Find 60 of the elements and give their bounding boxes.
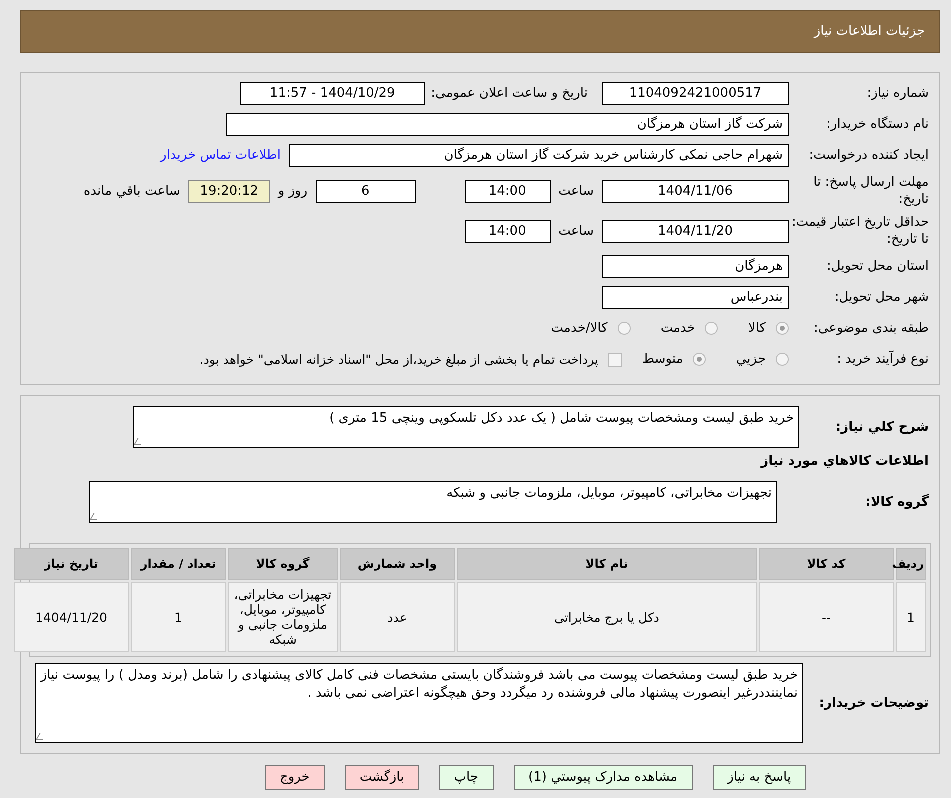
field-label: توضیحات خریدار: [818, 696, 930, 710]
column-header: کد کالا [759, 548, 894, 580]
buyer-field: شرکت گاز استان هرمزگان [226, 113, 789, 136]
field-label: استان محل تحویل: [826, 259, 930, 274]
field-label: شرح کلي نیاز: [834, 420, 930, 434]
need-number-field: 1104092421000517 [602, 82, 789, 105]
process-radio[interactable]: متوسط [642, 352, 706, 367]
payment-checkbox[interactable] [608, 352, 622, 366]
time-label: ساعت [558, 184, 594, 198]
field-label: شهر محل تحویل: [834, 290, 930, 305]
description-textarea[interactable]: خرید طبق لیست ومشخصات پیوست شامل ( یک عدد دکل تلسکوپی وینچی 15 متری ) [133, 406, 799, 448]
field-label: تاریخ و ساعت اعلان عمومی: [431, 86, 588, 101]
column-header: واحد شمارش [340, 548, 455, 580]
province-field: هرمزگان [602, 255, 789, 278]
section-title: اطلاعات کالاهاي مورد نیاز [760, 454, 930, 469]
column-header: گروه کالا [228, 548, 338, 580]
process-radio[interactable]: جزیي [736, 352, 789, 367]
field-label: شماره نیاز: [866, 86, 930, 101]
field-label: مهلت ارسال پاسخ: تا تاریخ: [812, 174, 930, 208]
table-cell: دکل یا برج مخابراتی [457, 582, 757, 652]
page-title: جزئیات اطلاعات نیاز [814, 24, 925, 39]
date-field: 1404/11/06 [602, 180, 789, 202]
action-button[interactable]: خروج [264, 765, 325, 790]
field-label: حداقل تاریخ اعتبار قیمت: تا تاریخ: [790, 214, 930, 248]
goods-group-textarea[interactable]: تجهیزات مخابراتی، کامپیوتر، موبایل، ملزومات جانبی و شبکه [89, 481, 777, 523]
table-cell: تجهیزات مخابراتی، کامپیوتر، موبایل، ملزومات جانبی و شبکه [228, 582, 338, 652]
column-header: نام کالا [457, 548, 757, 580]
category-radio[interactable]: کالا [748, 321, 789, 336]
days-label: روز و [278, 184, 308, 198]
remaining-time-field: 19:20:12 [188, 180, 270, 202]
action-button[interactable]: پاسخ به نیاز [712, 765, 806, 790]
field-label: گروه کالا: [864, 494, 930, 510]
category-radio[interactable]: خدمت [660, 321, 718, 336]
table-cell: 1 [896, 582, 926, 652]
days-field: 6 [316, 180, 416, 202]
column-header: تاریخ نیاز [14, 548, 129, 580]
time-label: ساعت [558, 224, 594, 238]
action-button[interactable]: چاپ [439, 765, 494, 790]
contact-link[interactable]: اطلاعات تماس خریدار [160, 148, 281, 163]
buyer-notes-textarea[interactable]: خرید طبق لیست ومشخصات پیوست می باشد فروشندگان بایستی مشخصات فنی کامل کالای پیشنهادی را شامل (برند ومدل ) را پیوست نیاز نمایننددرغیر اینصورت پیشنهاد مالی فروشنده رد میگردد وحق هیچگونه اعتراضی نمی باشد . [35, 663, 803, 743]
remaining-label: ساعت باقي مانده [84, 184, 180, 198]
date-field: 1404/11/20 [602, 220, 789, 242]
city-field: بندرعباس [602, 286, 789, 309]
field-label: نوع فرآیند خرید : [836, 352, 930, 367]
field-label: ایجاد کننده درخواست: [808, 148, 930, 163]
table-cell: 1404/11/20 [14, 582, 129, 652]
column-header: تعداد / مقدار [131, 548, 226, 580]
field-label: طبقه بندی موضوعی: [812, 321, 930, 336]
table-cell: 1 [131, 582, 226, 652]
announce-date-field: 1404/10/29 - 11:57 [240, 82, 426, 105]
time-field: 14:00 [464, 180, 551, 202]
action-button[interactable]: مشاهده مدارک پیوستي (1) [514, 765, 693, 790]
time-field: 14:00 [464, 220, 551, 242]
field-label: نام دستگاه خریدار: [826, 117, 930, 132]
requester-field: شهرام حاجی نمکی کارشناس خرید شرکت گاز استان هرمزگان [289, 144, 789, 167]
table-cell: -- [759, 582, 894, 652]
action-button[interactable]: بازگشت [344, 765, 420, 790]
category-radio[interactable]: کالا/خدمت [551, 321, 631, 336]
table-cell: عدد [340, 582, 455, 652]
payment-note: پرداخت تمام یا بخشی از مبلغ خرید،از محل "اسناد خزانه اسلامی" خواهد بود. [200, 352, 598, 367]
